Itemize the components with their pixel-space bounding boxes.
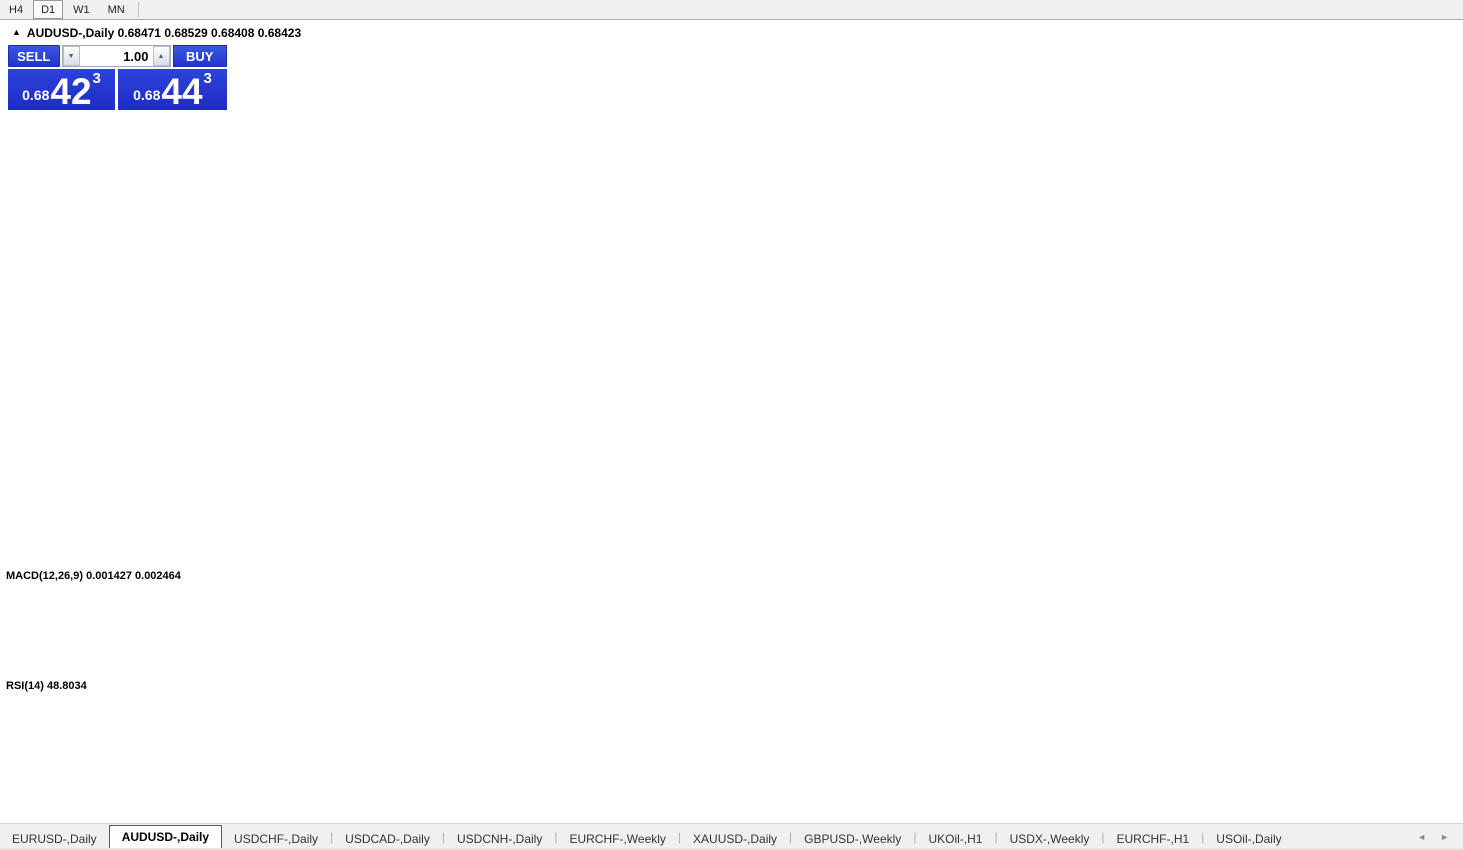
buy-price-button[interactable]: 0.68 44 3	[118, 69, 227, 110]
macd-indicator-label: MACD(12,26,9) 0.001427 0.002464	[6, 570, 181, 582]
timeframe-toolbar: H4D1W1MN	[0, 0, 1463, 20]
volume-up-icon[interactable]: ▲	[153, 46, 170, 66]
tab-usdx-weekly[interactable]: USDX-,Weekly	[998, 829, 1102, 849]
buy-price-sup: 3	[204, 70, 212, 87]
trading-terminal: H4D1W1MN ▲ AUDUSD-,Daily 0.68471 0.68529…	[0, 0, 1463, 850]
tab-scroll-left-icon[interactable]: ◄	[1417, 832, 1426, 842]
buy-price-prefix: 0.68	[133, 87, 160, 103]
tab-scroll-right-icon[interactable]: ►	[1440, 832, 1449, 842]
sell-button[interactable]: SELL	[8, 45, 60, 67]
tab-eurchf-weekly[interactable]: EURCHF-,Weekly	[557, 829, 677, 849]
timeframe-button-d1[interactable]: D1	[33, 0, 63, 19]
timeframe-button-mn[interactable]: MN	[100, 0, 133, 19]
chart-canvas[interactable]	[0, 20, 1463, 822]
tab-gbpusd-weekly[interactable]: GBPUSD-,Weekly	[792, 829, 913, 849]
buy-price-big: 44	[161, 76, 202, 107]
collapse-triangle-icon[interactable]: ▲	[12, 27, 21, 37]
tab-usoil-daily[interactable]: USOil-,Daily	[1204, 829, 1293, 849]
tab-eurusd-daily[interactable]: EURUSD-,Daily	[0, 829, 109, 849]
tab-xauusd-daily[interactable]: XAUUSD-,Daily	[681, 829, 789, 849]
symbol-tab-bar: EURUSD-,DailyAUDUSD-,DailyUSDCHF-,Daily|…	[0, 823, 1463, 849]
chart-title: ▲ AUDUSD-,Daily 0.68471 0.68529 0.68408 …	[12, 26, 301, 40]
toolbar-separator	[138, 2, 139, 17]
timeframe-button-w1[interactable]: W1	[65, 0, 98, 19]
volume-down-icon[interactable]: ▼	[63, 46, 80, 66]
chart-title-text: AUDUSD-,Daily 0.68471 0.68529 0.68408 0.…	[27, 26, 301, 40]
rsi-indicator-label: RSI(14) 48.8034	[6, 680, 87, 692]
sell-price-sup: 3	[93, 70, 101, 87]
sell-price-button[interactable]: 0.68 42 3	[8, 69, 115, 110]
chart-window: ▲ AUDUSD-,Daily 0.68471 0.68529 0.68408 …	[0, 20, 1463, 822]
sell-price-prefix: 0.68	[22, 87, 49, 103]
buy-button[interactable]: BUY	[173, 45, 228, 67]
tab-scroll-nav: ◄►	[1417, 832, 1463, 842]
one-click-trade-panel: SELL ▼ ▲ BUY 0.68 42 3 0.68 44 3	[8, 45, 227, 127]
sell-price-big: 42	[50, 76, 91, 107]
tab-usdcad-daily[interactable]: USDCAD-,Daily	[333, 829, 442, 849]
tab-audusd-daily[interactable]: AUDUSD-,Daily	[109, 825, 222, 849]
tab-ukoil-h1[interactable]: UKOil-,H1	[916, 829, 994, 849]
tab-usdcnh-daily[interactable]: USDCNH-,Daily	[445, 829, 554, 849]
volume-stepper: ▼ ▲	[62, 45, 171, 67]
volume-input[interactable]	[80, 46, 153, 66]
tab-usdchf-daily[interactable]: USDCHF-,Daily	[222, 829, 330, 849]
timeframe-button-h4[interactable]: H4	[1, 0, 31, 19]
tab-eurchf-h1[interactable]: EURCHF-,H1	[1105, 829, 1202, 849]
